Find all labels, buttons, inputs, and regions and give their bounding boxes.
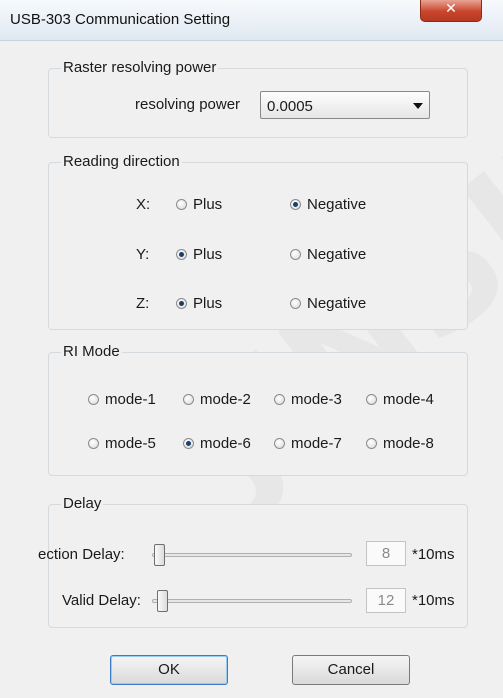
radio-icon — [366, 438, 377, 449]
reading-direction-group-label: Reading direction — [61, 153, 182, 170]
window-title: USB-303 Communication Setting — [10, 11, 231, 28]
axis-z-label: Z: — [136, 295, 150, 312]
axis-x-plus-radio[interactable]: Plus — [176, 196, 222, 213]
axis-y-plus-label: Plus — [193, 246, 223, 263]
title-bar: USB-303 Communication Setting ✕ — [0, 0, 503, 41]
axis-y-negative-radio[interactable]: Negative — [290, 246, 366, 263]
radio-icon — [290, 249, 301, 260]
mode-6-radio[interactable]: mode-6 — [183, 435, 251, 452]
mode-4-label: mode-4 — [383, 391, 434, 408]
chevron-down-icon — [413, 103, 423, 109]
axis-z-negative-label: Negative — [307, 295, 367, 312]
resolving-power-label: resolving power — [135, 96, 241, 113]
ri-mode-group: RI Mode — [48, 343, 468, 476]
axis-y-negative-label: Negative — [307, 246, 367, 263]
raster-group-label: Raster resolving power — [61, 59, 219, 76]
mode-7-label: mode-7 — [291, 435, 342, 452]
radio-selected-icon — [290, 199, 301, 210]
radio-icon — [183, 394, 194, 405]
ri-mode-group-label: RI Mode — [61, 343, 122, 360]
radio-selected-icon — [183, 438, 194, 449]
detection-delay-track[interactable] — [152, 553, 352, 557]
radio-icon — [274, 394, 285, 405]
mode-8-radio[interactable]: mode-8 — [366, 435, 434, 452]
detection-delay-label: ection Delay: — [38, 546, 125, 563]
detection-delay-slider-thumb[interactable] — [154, 544, 165, 566]
mode-5-label: mode-5 — [105, 435, 156, 452]
close-button[interactable]: ✕ — [420, 0, 482, 22]
valid-delay-unit: *10ms — [412, 592, 455, 609]
radio-selected-icon — [176, 249, 187, 260]
radio-icon — [274, 438, 285, 449]
axis-y-plus-radio[interactable]: Plus — [176, 246, 222, 263]
axis-z-negative-radio[interactable]: Negative — [290, 295, 366, 312]
mode-2-radio[interactable]: mode-2 — [183, 391, 251, 408]
resolving-power-value: 0.0005 — [267, 98, 313, 115]
valid-delay-value[interactable]: 12 — [366, 588, 406, 613]
axis-z-plus-radio[interactable]: Plus — [176, 295, 222, 312]
axis-x-label: X: — [136, 196, 151, 213]
axis-x-plus-label: Plus — [193, 196, 223, 213]
mode-7-radio[interactable]: mode-7 — [274, 435, 342, 452]
radio-icon — [366, 394, 377, 405]
delay-group-label: Delay — [61, 495, 104, 512]
resolving-power-select[interactable]: 0.0005 — [260, 91, 430, 119]
close-icon: ✕ — [445, 1, 457, 17]
radio-icon — [88, 394, 99, 405]
detection-delay-unit: *10ms — [412, 546, 455, 563]
mode-8-label: mode-8 — [383, 435, 434, 452]
mode-3-radio[interactable]: mode-3 — [274, 391, 342, 408]
axis-y-label: Y: — [136, 246, 150, 263]
radio-selected-icon — [176, 298, 187, 309]
mode-6-label: mode-6 — [200, 435, 251, 452]
axis-z-plus-label: Plus — [193, 295, 223, 312]
mode-2-label: mode-2 — [200, 391, 251, 408]
mode-5-radio[interactable]: mode-5 — [88, 435, 156, 452]
mode-1-label: mode-1 — [105, 391, 156, 408]
ok-button[interactable]: OK — [110, 655, 228, 685]
mode-4-radio[interactable]: mode-4 — [366, 391, 434, 408]
detection-delay-value[interactable]: 8 — [366, 541, 406, 566]
valid-delay-label: Valid Delay: — [62, 592, 141, 609]
valid-delay-track[interactable] — [152, 599, 352, 603]
radio-icon — [176, 199, 187, 210]
valid-delay-slider-thumb[interactable] — [157, 590, 168, 612]
axis-x-negative-label: Negative — [307, 196, 367, 213]
radio-icon — [290, 298, 301, 309]
reading-direction-group: Reading direction — [48, 153, 468, 330]
mode-1-radio[interactable]: mode-1 — [88, 391, 156, 408]
axis-x-negative-radio[interactable]: Negative — [290, 196, 366, 213]
mode-3-label: mode-3 — [291, 391, 342, 408]
radio-icon — [88, 438, 99, 449]
cancel-button[interactable]: Cancel — [292, 655, 410, 685]
